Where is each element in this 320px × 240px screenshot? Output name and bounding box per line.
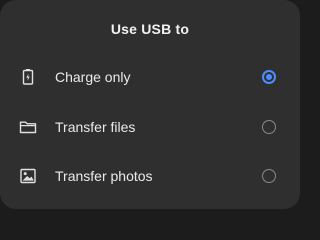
option-label: Transfer photos bbox=[55, 168, 153, 184]
option-label: Transfer files bbox=[55, 119, 136, 135]
option-label: Charge only bbox=[55, 69, 131, 85]
option-transfer-photos[interactable]: Transfer photos bbox=[0, 151, 300, 201]
usb-mode-dialog: Use USB to Charge only Transfer files Tr… bbox=[0, 0, 300, 209]
radio-button-selected[interactable] bbox=[262, 70, 276, 84]
radio-button[interactable] bbox=[262, 169, 276, 183]
option-charge-only[interactable]: Charge only bbox=[0, 52, 300, 102]
dialog-title: Use USB to bbox=[110, 21, 190, 37]
folder-icon bbox=[18, 117, 38, 137]
radio-button[interactable] bbox=[262, 120, 276, 134]
image-icon bbox=[18, 166, 38, 186]
option-transfer-files[interactable]: Transfer files bbox=[0, 102, 300, 152]
battery-charging-icon bbox=[18, 67, 38, 87]
